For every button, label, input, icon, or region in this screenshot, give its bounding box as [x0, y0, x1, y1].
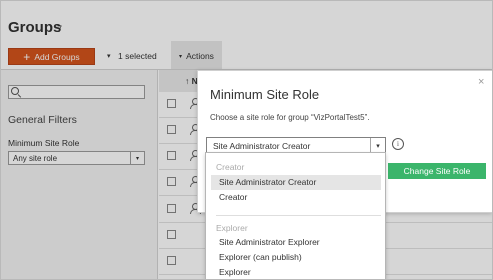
site-role-select-value: Site Administrator Creator	[213, 141, 311, 151]
dropdown-group-explorer: Explorer	[216, 223, 248, 233]
close-icon[interactable]: ×	[478, 76, 484, 88]
dropdown-option[interactable]: Site Administrator Explorer	[206, 235, 385, 250]
dialog-description: Choose a site role for group “VizPortalT…	[210, 113, 370, 122]
info-icon[interactable]: i	[392, 138, 404, 150]
dropdown-option[interactable]: Explorer	[206, 265, 385, 279]
dropdown-option[interactable]: Explorer (can publish)	[206, 250, 385, 265]
change-site-role-button[interactable]: Change Site Role	[388, 163, 486, 179]
dropdown-group-creator: Creator	[216, 162, 245, 172]
dialog-title: Minimum Site Role	[210, 87, 320, 102]
site-role-dropdown-list: Creator Site Administrator Creator Creat…	[205, 152, 386, 279]
dropdown-divider	[216, 215, 381, 216]
app-window: Groups 7 + Add Groups ▾ 1 selected ▾ Act…	[0, 0, 493, 280]
dropdown-option[interactable]: Creator	[206, 190, 385, 205]
chevron-down-icon: ▾	[370, 138, 385, 153]
dropdown-option[interactable]: Site Administrator Creator	[211, 175, 381, 190]
